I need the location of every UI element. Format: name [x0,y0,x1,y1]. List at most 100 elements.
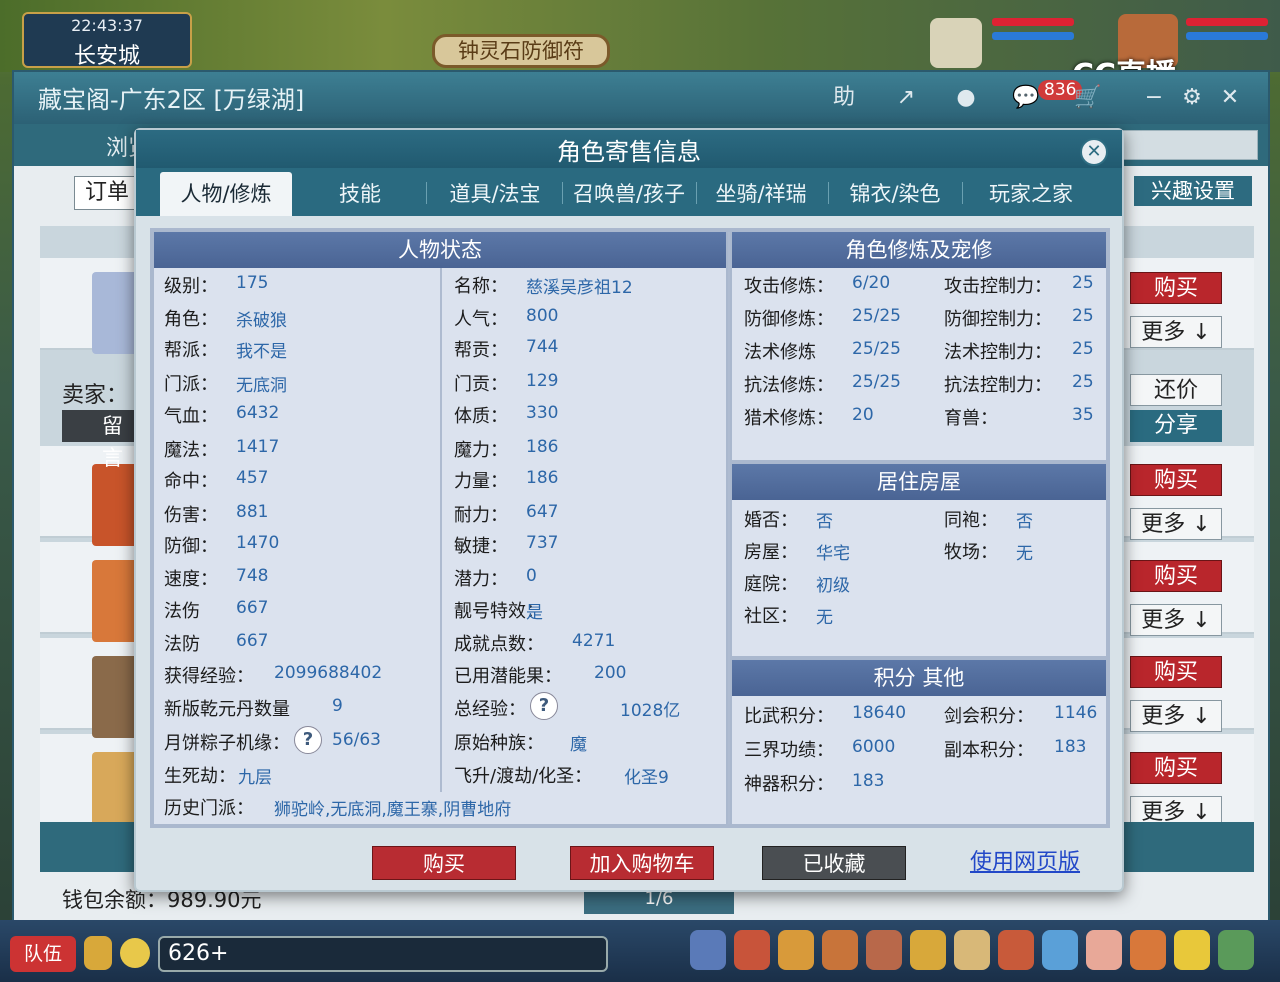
tab-outfits[interactable]: 锦衣/染色 [832,172,958,216]
trade-icon[interactable] [822,930,858,970]
tab-skills[interactable]: 技能 [300,172,420,216]
close-modal-icon[interactable]: ✕ [1080,138,1108,166]
stat-value: 慈溪吴彦祖12 [526,278,633,298]
attack-icon[interactable] [690,930,726,970]
modal-title: 角色寄售信息 [557,138,701,166]
help-question-icon[interactable]: ? [294,726,322,754]
stat-value: 6432 [236,403,280,423]
peach-icon[interactable] [1086,930,1122,970]
house-table: 婚否：否同袍：否房屋： 华宅 牧场：无庭院： 初级 社区：无 [732,500,1106,656]
tab-summons[interactable]: 召唤兽/孩子 [566,172,692,216]
stat-value: 化圣9 [624,768,669,788]
stat-value: 129 [526,371,559,391]
system-icon[interactable] [1218,930,1254,970]
chat-input[interactable]: 626+ [158,936,608,972]
points-label: 剑会积分： [944,706,1034,727]
modal-tabs: 人物/修炼 技能 道具/法宝 召唤兽/孩子 坐骑/祥瑞 锦衣/染色 玩家之家 [136,168,1122,216]
guild-icon[interactable] [998,930,1034,970]
tab-separator [426,182,427,204]
help-question-icon[interactable]: ? [530,692,558,720]
stat-label: 角色： [164,309,218,330]
add-to-cart-button[interactable]: 加入购物车 [570,846,714,880]
buy-button[interactable]: 购买 [372,846,516,880]
minimize-icon[interactable]: − [1136,82,1172,114]
buy-button[interactable]: 购买 [1130,464,1222,496]
stat-value: 800 [526,306,559,326]
tab-player-home[interactable]: 玩家之家 [966,172,1096,216]
settings-icon[interactable]: ⚙ [1174,82,1210,114]
friends-icon[interactable] [1042,930,1078,970]
tab-mounts[interactable]: 坐骑/祥瑞 [698,172,824,216]
column-divider [728,232,730,824]
avatar[interactable] [92,656,140,738]
more-button[interactable]: 更多 ↓ [1130,700,1222,732]
stat-value: 无底洞 [236,376,287,396]
emoji-icon[interactable] [120,938,150,968]
close-window-icon[interactable]: ✕ [1212,82,1248,114]
control-label: 攻击控制力： [944,276,1052,297]
leave-message-button[interactable]: 留言 [62,410,142,470]
team-button[interactable]: 队伍 [10,936,76,972]
cultivation-value: 25/25 [852,306,901,326]
interest-settings-button[interactable]: 兴趣设置 [1134,176,1252,206]
house-value: 无 [1016,544,1033,564]
tab-items[interactable]: 道具/法宝 [432,172,558,216]
share-arrow-icon[interactable]: ↗ [888,82,924,114]
pet-mp-bar [992,32,1074,40]
more-button[interactable]: 更多 ↓ [1130,604,1222,636]
give-icon[interactable] [778,930,814,970]
stat-label: 总经验： [454,699,526,720]
pet-portrait-icon[interactable] [930,18,982,68]
stat-value: 744 [526,337,559,357]
avatar[interactable] [92,272,140,354]
smile-icon[interactable] [1174,930,1210,970]
points-label: 三界功绩： [744,740,834,761]
cart-icon[interactable]: 🛒 [1070,82,1106,114]
points-value: 183 [852,771,885,791]
stat-value: 9 [332,696,343,716]
house-value: 华宅 [816,544,850,564]
avatar[interactable] [92,464,140,546]
history-sect-value: 狮驼岭,无底洞,魔王寨,阴曹地府 [274,800,512,820]
control-label: 育兽： [944,408,998,429]
buy-button[interactable]: 购买 [1130,272,1222,304]
house-value: 无 [816,608,833,628]
help-button[interactable]: 助 [826,82,862,114]
stat-value: 魔 [570,735,587,755]
house-label: 牧场： [944,542,998,563]
buy-button[interactable]: 购买 [1130,656,1222,688]
stat-label: 潜力： [454,569,508,590]
amulet-buff[interactable]: 钟灵石防御符 [432,34,610,68]
team-icon[interactable] [866,930,902,970]
stat-value: 647 [526,502,559,522]
stat-label: 生死劫： [164,766,236,787]
section-header-points: 积分 其他 [732,660,1106,696]
points-value: 18640 [852,703,907,723]
record-icon[interactable]: ● [948,82,984,114]
favorited-button[interactable]: 已收藏 [762,846,906,880]
stat-value: 九层 [238,768,272,788]
points-value: 1146 [1054,703,1098,723]
house-label: 房屋： [744,542,798,563]
stat-value: 我不是 [236,342,287,362]
buy-button[interactable]: 购买 [1130,752,1222,784]
share-button[interactable]: 分享 [1130,410,1222,442]
stat-label: 法伤 [164,601,200,622]
pet-icon[interactable] [910,930,946,970]
voice-icon[interactable] [84,936,112,970]
tab-character[interactable]: 人物/修炼 [160,172,292,216]
stat-value: 56/63 [332,730,381,750]
task-icon[interactable] [954,930,990,970]
gift-icon[interactable] [1130,930,1166,970]
use-web-version-link[interactable]: 使用网页版 [970,846,1080,880]
stat-label: 法防 [164,634,200,655]
more-button[interactable]: 更多 ↓ [1130,316,1222,348]
control-value: 25 [1072,306,1094,326]
item-bag-icon[interactable] [734,930,770,970]
stat-label: 成就点数： [454,634,544,655]
avatar[interactable] [92,560,140,642]
more-button[interactable]: 更多 ↓ [1130,508,1222,540]
buy-button[interactable]: 购买 [1130,560,1222,592]
counter-offer-button[interactable]: 还价 [1130,374,1222,406]
stat-value: 1470 [236,533,280,553]
